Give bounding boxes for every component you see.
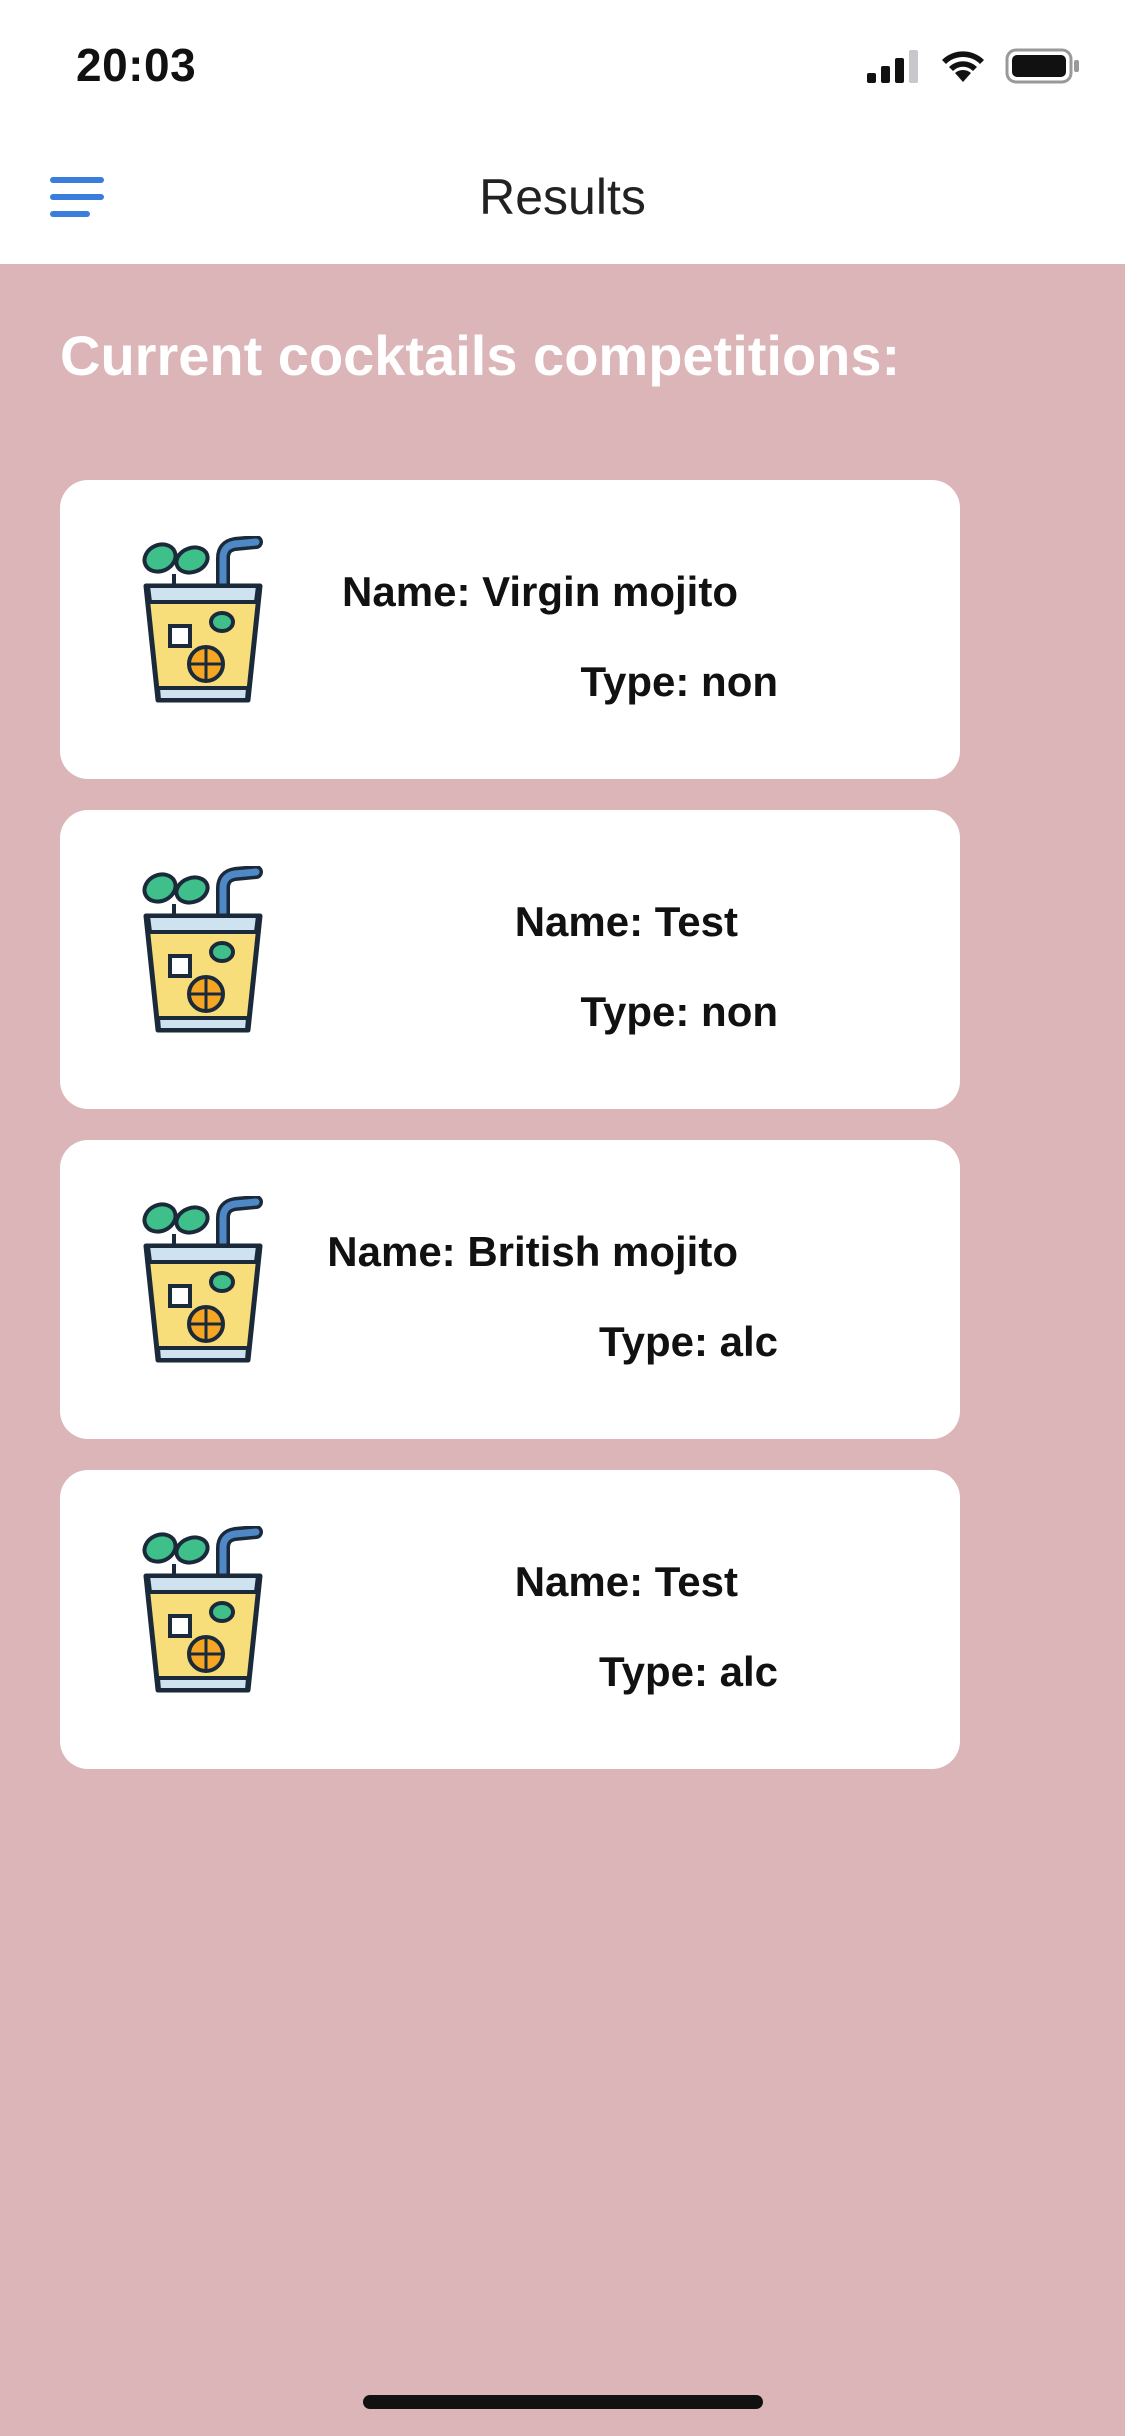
- status-icons: [865, 48, 1081, 84]
- signal-icon: [867, 50, 918, 83]
- competition-card[interactable]: Name: Test Type: non: [60, 810, 960, 1109]
- cocktail-glass-icon: [142, 1526, 263, 1693]
- battery-icon: [1005, 48, 1079, 84]
- cocktail-type: Type: alc: [599, 1648, 778, 1695]
- cocktail-name: Name: Virgin mojito: [342, 568, 738, 615]
- competition-card[interactable]: Name: Test Type: alc: [60, 1470, 960, 1769]
- status-time: 20:03: [76, 39, 197, 91]
- competition-card[interactable]: Name: Virgin mojito Type: non: [60, 480, 960, 779]
- wifi-icon: [942, 51, 984, 82]
- cocktail-glass-icon: [142, 536, 263, 703]
- cocktail-type: Type: non: [580, 988, 778, 1035]
- cocktail-glass-icon: [142, 1196, 263, 1363]
- top-bar: 20:03 Results: [0, 0, 1125, 264]
- page-title: Results: [479, 169, 646, 225]
- cocktail-name: Name: British mojito: [327, 1228, 738, 1275]
- cocktail-type: Type: non: [580, 658, 778, 705]
- section-title: Current cocktails competitions:: [60, 324, 901, 387]
- competition-card[interactable]: Name: British mojito Type: alc: [60, 1140, 960, 1439]
- cocktail-name: Name: Test: [514, 1558, 738, 1605]
- cocktail-name: Name: Test: [514, 898, 738, 945]
- cocktail-type: Type: alc: [599, 1318, 778, 1365]
- home-indicator[interactable]: [363, 2395, 763, 2409]
- cocktail-glass-icon: [142, 866, 263, 1033]
